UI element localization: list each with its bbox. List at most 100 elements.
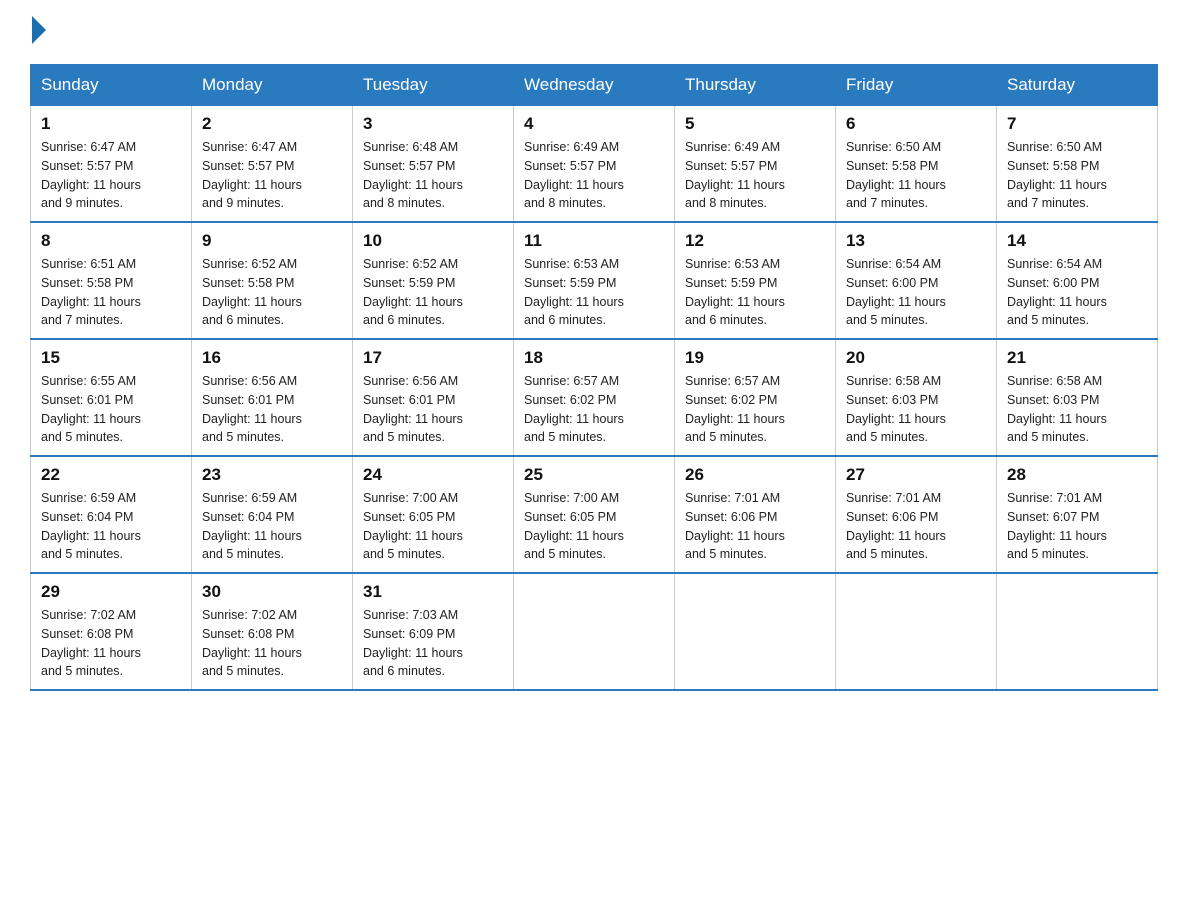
header-day-saturday: Saturday <box>997 65 1158 106</box>
day-number: 2 <box>202 114 342 134</box>
day-info: Sunrise: 6:59 AMSunset: 6:04 PMDaylight:… <box>202 489 342 564</box>
day-info: Sunrise: 6:47 AMSunset: 5:57 PMDaylight:… <box>41 138 181 213</box>
day-number: 4 <box>524 114 664 134</box>
day-info: Sunrise: 6:54 AMSunset: 6:00 PMDaylight:… <box>1007 255 1147 330</box>
calendar-week-2: 8 Sunrise: 6:51 AMSunset: 5:58 PMDaylight… <box>31 222 1158 339</box>
calendar-week-1: 1 Sunrise: 6:47 AMSunset: 5:57 PMDaylight… <box>31 106 1158 223</box>
day-number: 25 <box>524 465 664 485</box>
calendar-day-6: 6 Sunrise: 6:50 AMSunset: 5:58 PMDaylight… <box>836 106 997 223</box>
day-number: 22 <box>41 465 181 485</box>
header-day-wednesday: Wednesday <box>514 65 675 106</box>
calendar-header: SundayMondayTuesdayWednesdayThursdayFrid… <box>31 65 1158 106</box>
calendar-day-20: 20 Sunrise: 6:58 AMSunset: 6:03 PMDayligh… <box>836 339 997 456</box>
empty-cell <box>836 573 997 690</box>
day-number: 12 <box>685 231 825 251</box>
day-number: 28 <box>1007 465 1147 485</box>
calendar-day-24: 24 Sunrise: 7:00 AMSunset: 6:05 PMDayligh… <box>353 456 514 573</box>
empty-cell <box>675 573 836 690</box>
day-info: Sunrise: 6:52 AMSunset: 5:59 PMDaylight:… <box>363 255 503 330</box>
day-info: Sunrise: 6:49 AMSunset: 5:57 PMDaylight:… <box>685 138 825 213</box>
calendar-day-8: 8 Sunrise: 6:51 AMSunset: 5:58 PMDaylight… <box>31 222 192 339</box>
calendar-week-5: 29 Sunrise: 7:02 AMSunset: 6:08 PMDayligh… <box>31 573 1158 690</box>
day-number: 3 <box>363 114 503 134</box>
day-number: 1 <box>41 114 181 134</box>
calendar-day-12: 12Sunrise: 6:53 AMSunset: 5:59 PMDayligh… <box>675 222 836 339</box>
day-info: Sunrise: 6:50 AMSunset: 5:58 PMDaylight:… <box>1007 138 1147 213</box>
day-number: 31 <box>363 582 503 602</box>
day-info: Sunrise: 6:54 AMSunset: 6:00 PMDaylight:… <box>846 255 986 330</box>
day-number: 20 <box>846 348 986 368</box>
calendar-day-11: 11Sunrise: 6:53 AMSunset: 5:59 PMDayligh… <box>514 222 675 339</box>
logo <box>30 20 46 44</box>
day-info: Sunrise: 7:02 AMSunset: 6:08 PMDaylight:… <box>202 606 342 681</box>
calendar-day-22: 22 Sunrise: 6:59 AMSunset: 6:04 PMDayligh… <box>31 456 192 573</box>
day-number: 7 <box>1007 114 1147 134</box>
empty-cell <box>514 573 675 690</box>
calendar-day-27: 27 Sunrise: 7:01 AMSunset: 6:06 PMDayligh… <box>836 456 997 573</box>
calendar-day-13: 13 Sunrise: 6:54 AMSunset: 6:00 PMDayligh… <box>836 222 997 339</box>
day-info: Sunrise: 7:01 AMSunset: 6:07 PMDaylight:… <box>1007 489 1147 564</box>
day-number: 27 <box>846 465 986 485</box>
calendar-day-2: 2 Sunrise: 6:47 AMSunset: 5:57 PMDaylight… <box>192 106 353 223</box>
day-number: 13 <box>846 231 986 251</box>
day-info: Sunrise: 7:02 AMSunset: 6:08 PMDaylight:… <box>41 606 181 681</box>
calendar-day-14: 14Sunrise: 6:54 AMSunset: 6:00 PMDayligh… <box>997 222 1158 339</box>
day-number: 9 <box>202 231 342 251</box>
calendar-day-15: 15 Sunrise: 6:55 AMSunset: 6:01 PMDayligh… <box>31 339 192 456</box>
day-number: 29 <box>41 582 181 602</box>
calendar-day-3: 3 Sunrise: 6:48 AMSunset: 5:57 PMDaylight… <box>353 106 514 223</box>
calendar-day-10: 10 Sunrise: 6:52 AMSunset: 5:59 PMDayligh… <box>353 222 514 339</box>
calendar-day-25: 25 Sunrise: 7:00 AMSunset: 6:05 PMDayligh… <box>514 456 675 573</box>
day-number: 10 <box>363 231 503 251</box>
day-number: 8 <box>41 231 181 251</box>
calendar-week-4: 22 Sunrise: 6:59 AMSunset: 6:04 PMDayligh… <box>31 456 1158 573</box>
calendar-day-29: 29 Sunrise: 7:02 AMSunset: 6:08 PMDayligh… <box>31 573 192 690</box>
day-info: Sunrise: 6:58 AMSunset: 6:03 PMDaylight:… <box>846 372 986 447</box>
day-number: 21 <box>1007 348 1147 368</box>
day-info: Sunrise: 6:52 AMSunset: 5:58 PMDaylight:… <box>202 255 342 330</box>
calendar-day-16: 16 Sunrise: 6:56 AMSunset: 6:01 PMDayligh… <box>192 339 353 456</box>
day-info: Sunrise: 6:57 AMSunset: 6:02 PMDaylight:… <box>685 372 825 447</box>
header-day-monday: Monday <box>192 65 353 106</box>
day-info: Sunrise: 6:51 AMSunset: 5:58 PMDaylight:… <box>41 255 181 330</box>
day-number: 24 <box>363 465 503 485</box>
calendar-day-21: 21 Sunrise: 6:58 AMSunset: 6:03 PMDayligh… <box>997 339 1158 456</box>
header-day-sunday: Sunday <box>31 65 192 106</box>
calendar-day-19: 19 Sunrise: 6:57 AMSunset: 6:02 PMDayligh… <box>675 339 836 456</box>
empty-cell <box>997 573 1158 690</box>
calendar-day-1: 1 Sunrise: 6:47 AMSunset: 5:57 PMDaylight… <box>31 106 192 223</box>
day-number: 19 <box>685 348 825 368</box>
day-info: Sunrise: 6:56 AMSunset: 6:01 PMDaylight:… <box>363 372 503 447</box>
logo-arrow-icon <box>32 16 46 44</box>
day-info: Sunrise: 6:47 AMSunset: 5:57 PMDaylight:… <box>202 138 342 213</box>
day-info: Sunrise: 6:50 AMSunset: 5:58 PMDaylight:… <box>846 138 986 213</box>
day-number: 15 <box>41 348 181 368</box>
day-info: Sunrise: 6:56 AMSunset: 6:01 PMDaylight:… <box>202 372 342 447</box>
day-info: Sunrise: 6:48 AMSunset: 5:57 PMDaylight:… <box>363 138 503 213</box>
day-number: 16 <box>202 348 342 368</box>
day-number: 5 <box>685 114 825 134</box>
day-info: Sunrise: 7:01 AMSunset: 6:06 PMDaylight:… <box>846 489 986 564</box>
day-info: Sunrise: 6:49 AMSunset: 5:57 PMDaylight:… <box>524 138 664 213</box>
calendar-day-5: 5 Sunrise: 6:49 AMSunset: 5:57 PMDaylight… <box>675 106 836 223</box>
calendar-day-18: 18 Sunrise: 6:57 AMSunset: 6:02 PMDayligh… <box>514 339 675 456</box>
day-info: Sunrise: 6:58 AMSunset: 6:03 PMDaylight:… <box>1007 372 1147 447</box>
day-number: 23 <box>202 465 342 485</box>
day-info: Sunrise: 7:00 AMSunset: 6:05 PMDaylight:… <box>363 489 503 564</box>
day-info: Sunrise: 7:00 AMSunset: 6:05 PMDaylight:… <box>524 489 664 564</box>
calendar-day-28: 28 Sunrise: 7:01 AMSunset: 6:07 PMDayligh… <box>997 456 1158 573</box>
calendar-day-7: 7 Sunrise: 6:50 AMSunset: 5:58 PMDaylight… <box>997 106 1158 223</box>
calendar-day-17: 17Sunrise: 6:56 AMSunset: 6:01 PMDayligh… <box>353 339 514 456</box>
header-row: SundayMondayTuesdayWednesdayThursdayFrid… <box>31 65 1158 106</box>
calendar-day-4: 4 Sunrise: 6:49 AMSunset: 5:57 PMDaylight… <box>514 106 675 223</box>
day-info: Sunrise: 7:01 AMSunset: 6:06 PMDaylight:… <box>685 489 825 564</box>
day-number: 6 <box>846 114 986 134</box>
day-info: Sunrise: 6:55 AMSunset: 6:01 PMDaylight:… <box>41 372 181 447</box>
header-day-tuesday: Tuesday <box>353 65 514 106</box>
page-header <box>30 20 1158 44</box>
day-number: 18 <box>524 348 664 368</box>
day-info: Sunrise: 6:57 AMSunset: 6:02 PMDaylight:… <box>524 372 664 447</box>
calendar-day-31: 31Sunrise: 7:03 AMSunset: 6:09 PMDayligh… <box>353 573 514 690</box>
day-number: 26 <box>685 465 825 485</box>
day-info: Sunrise: 6:59 AMSunset: 6:04 PMDaylight:… <box>41 489 181 564</box>
